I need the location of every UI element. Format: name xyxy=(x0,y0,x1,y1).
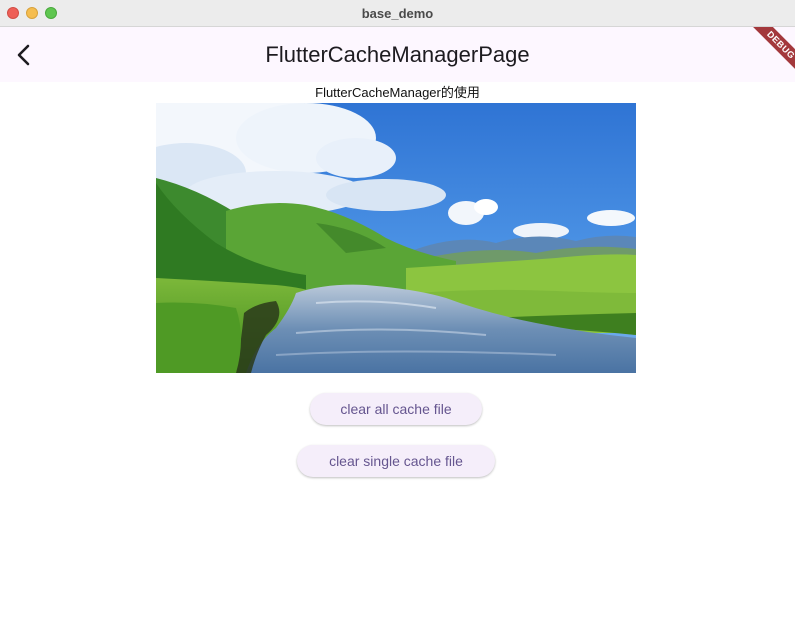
content-caption: FlutterCacheManager的使用 xyxy=(315,85,480,100)
window-title: base_demo xyxy=(361,6,434,21)
landscape-image xyxy=(156,103,636,373)
clear-single-cache-button[interactable]: clear single cache file xyxy=(297,445,495,477)
back-button[interactable] xyxy=(8,35,40,75)
chevron-left-icon xyxy=(17,44,30,66)
landscape-photo xyxy=(156,103,636,373)
page-title: FlutterCacheManagerPage xyxy=(265,42,530,67)
clear-all-cache-button[interactable]: clear all cache file xyxy=(310,393,482,425)
window-titlebar: base_demo xyxy=(0,0,795,27)
app-bar: FlutterCacheManagerPage xyxy=(0,27,795,82)
